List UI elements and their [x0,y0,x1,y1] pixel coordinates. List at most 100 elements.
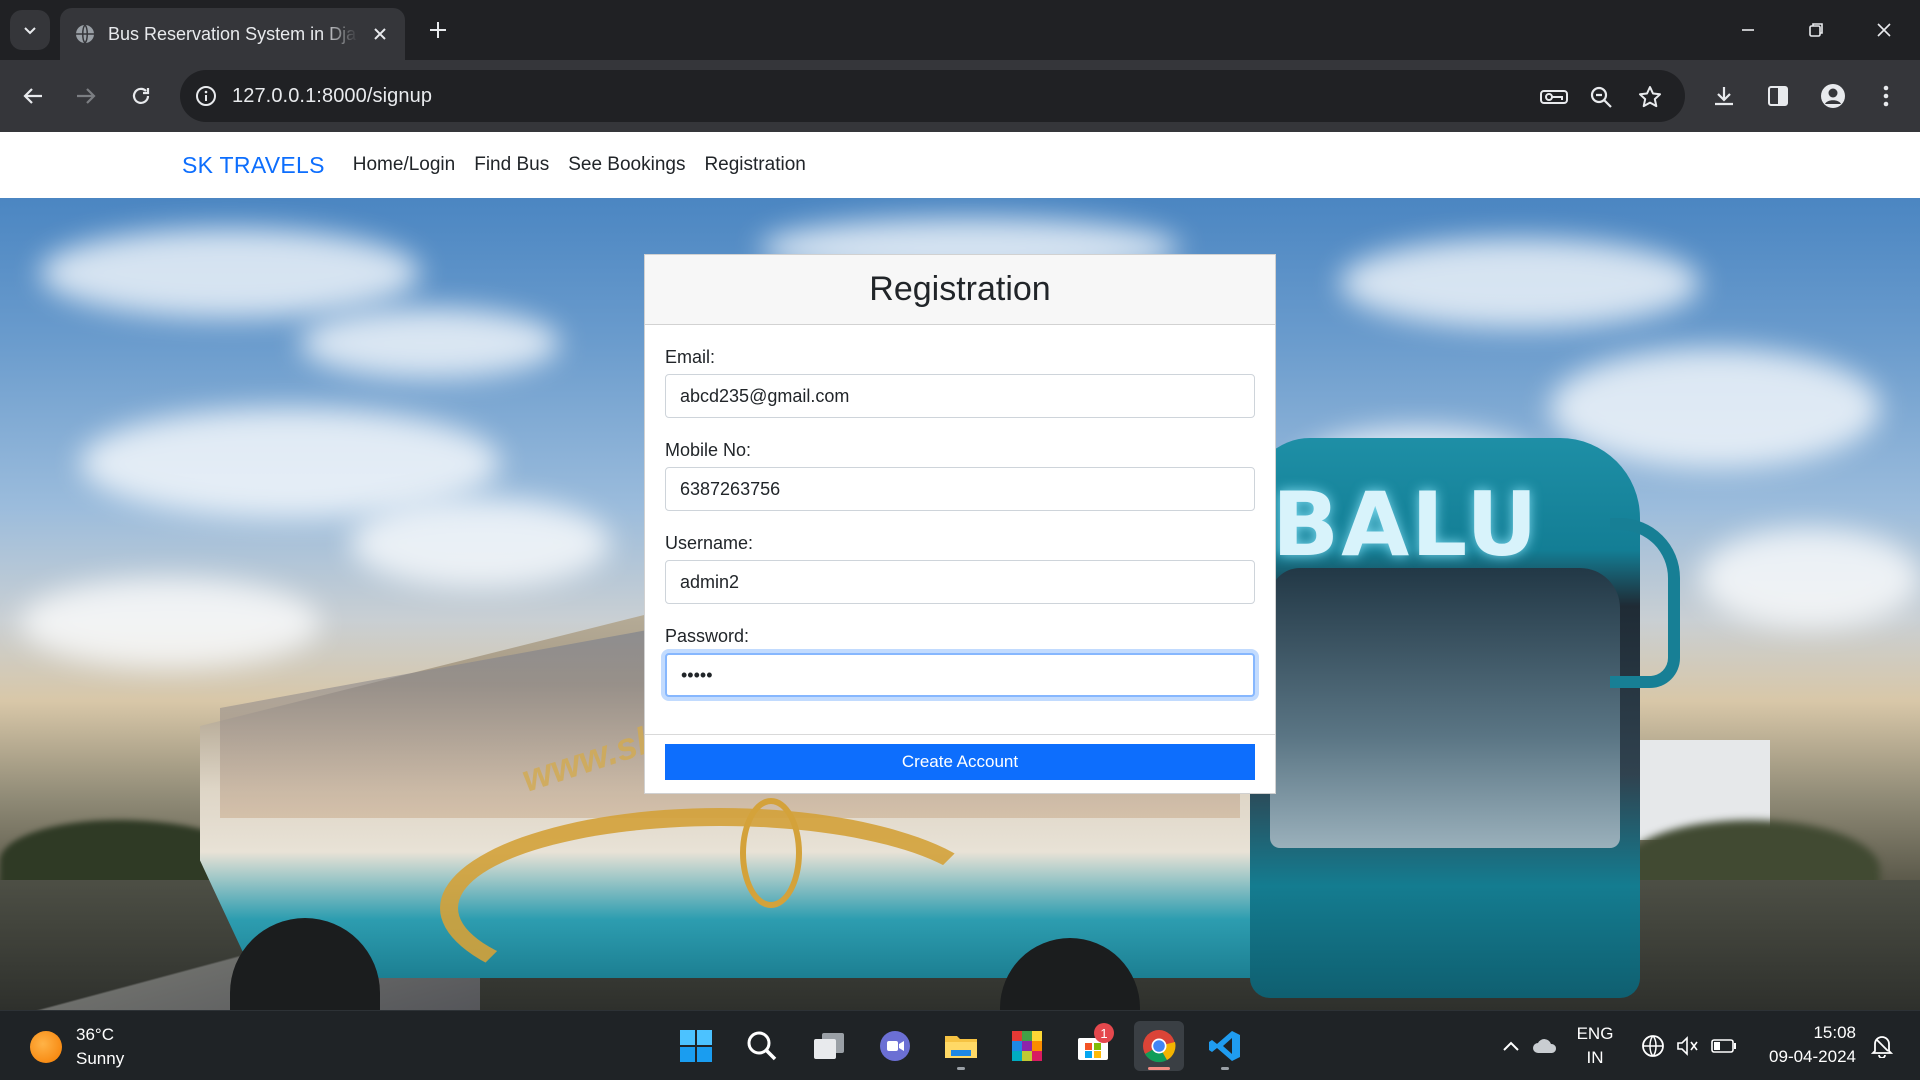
email-field-group: Email: [665,347,1255,418]
nav-link-find-bus[interactable]: Find Bus [474,154,549,176]
bus-windshield [1270,568,1620,848]
search-icon [747,1031,777,1061]
show-hidden-icons-button[interactable] [1496,1011,1526,1080]
nav-link-home-login[interactable]: Home/Login [353,154,455,176]
start-button[interactable] [671,1021,721,1071]
close-tab-icon[interactable] [369,23,391,45]
registration-form: Email: Mobile No: Username: Password: [645,325,1275,735]
username-input[interactable] [665,560,1255,604]
windows-logo-icon [680,1030,712,1062]
tab-search-button[interactable] [10,10,50,50]
weather-temperature: 36°C [76,1025,114,1044]
browser-tab-active[interactable]: Bus Reservation System in Django [60,8,405,60]
microsoft-store-app[interactable]: 1 [1068,1021,1118,1071]
email-label: Email: [665,347,716,367]
username-label: Username: [665,533,754,553]
bus-stripe-decal [440,808,1000,1008]
task-view-icon [814,1033,844,1059]
chrome-app[interactable] [1134,1021,1184,1071]
teams-meet-app[interactable] [870,1021,920,1071]
restore-icon [1809,23,1823,37]
bus-logo-decal [740,798,802,908]
language-region: IN [1586,1048,1604,1067]
zoom-icon[interactable] [1587,83,1615,111]
video-chat-icon [880,1031,910,1061]
password-input[interactable] [665,653,1255,697]
vscode-icon [1209,1031,1240,1061]
back-button[interactable] [13,76,53,116]
task-view-button[interactable] [804,1021,854,1071]
address-bar[interactable]: 127.0.0.1:8000/signup [180,70,1685,122]
clock-date: 09-04-2024 [1769,1047,1856,1066]
registration-title: Registration [869,270,1051,308]
restore-window-button[interactable] [1794,12,1838,48]
nav-link-registration[interactable]: Registration [704,154,805,176]
username-field-group: Username: [665,533,1255,604]
network-tray-icon[interactable] [1638,1011,1668,1080]
globe-icon [76,24,94,44]
bookmark-star-icon[interactable] [1636,83,1664,111]
language-indicator[interactable]: ENG IN [1570,1011,1620,1080]
battery-tray-icon[interactable] [1709,1011,1739,1080]
site-brand-link[interactable]: SK TRAVELS [182,152,325,179]
new-tab-button[interactable] [420,15,456,45]
taskbar-clock[interactable]: 15:08 09-04-2024 [1752,1021,1856,1069]
close-icon [1877,23,1891,37]
onedrive-tray-icon[interactable] [1530,1011,1560,1080]
globe-network-icon [1642,1035,1664,1057]
forward-button[interactable] [66,76,106,116]
bus-mirror [1610,518,1680,688]
vscode-app[interactable] [1200,1021,1250,1071]
speaker-muted-icon [1677,1036,1698,1056]
side-panel-icon[interactable] [1760,78,1796,114]
minimize-window-button[interactable] [1726,12,1770,48]
site-navbar: SK TRAVELS Home/Login Find Bus See Booki… [0,132,1920,198]
email-input[interactable] [665,374,1255,418]
plus-icon [430,22,446,38]
windows-taskbar: 36°C Sunny 1 ENG IN 15:08 09-04-2024 [0,1010,1920,1080]
nav-link-see-bookings[interactable]: See Bookings [568,154,685,176]
weather-description: Sunny [76,1049,125,1068]
mobile-input[interactable] [665,467,1255,511]
bus-name-sign: BALU [1272,473,1540,576]
folder-icon [945,1036,977,1058]
reload-button[interactable] [121,76,161,116]
registration-card: Registration Email: Mobile No: Username:… [644,254,1276,794]
tab-title: Bus Reservation System in Django [108,23,358,44]
mobile-label: Mobile No: [665,440,752,460]
store-notification-badge: 1 [1094,1023,1114,1043]
clock-time: 15:08 [1813,1023,1856,1042]
url-text: 127.0.0.1:8000/signup [232,84,433,107]
chrome-icon [1143,1030,1176,1063]
password-key-icon[interactable] [1540,83,1568,111]
arrow-right-icon [77,88,96,104]
sun-icon [30,1031,62,1063]
downloads-icon[interactable] [1706,78,1742,114]
browser-menu-icon[interactable] [1868,78,1904,114]
site-info-icon[interactable] [180,85,232,107]
cloud-icon [1533,1039,1557,1053]
web-page: SK TRAVELS Home/Login Find Bus See Booki… [0,132,1920,1010]
taskbar-search-button[interactable] [737,1021,787,1071]
chevron-down-icon [24,27,36,35]
notifications-button[interactable] [1864,1011,1900,1080]
browser-tab-strip: Bus Reservation System in Django [0,0,1920,60]
close-window-button[interactable] [1862,12,1906,48]
battery-icon [1711,1039,1736,1053]
weather-widget[interactable]: 36°C Sunny [30,1023,124,1071]
password-label: Password: [665,626,750,646]
notification-bell-icon [1871,1036,1893,1058]
arrow-left-icon [23,88,42,104]
file-explorer-app[interactable] [936,1021,986,1071]
create-account-button[interactable]: Create Account [665,744,1255,780]
language-code: ENG [1576,1024,1614,1043]
profile-avatar-icon[interactable] [1815,78,1851,114]
minimize-icon [1742,29,1754,31]
browser-toolbar: 127.0.0.1:8000/signup [0,60,1920,132]
chevron-up-icon [1503,1041,1519,1051]
volume-muted-tray-icon[interactable] [1673,1011,1703,1080]
registration-card-footer: Create Account [645,735,1275,789]
photos-app-icon [1012,1031,1042,1061]
pinned-app-colorful[interactable] [1002,1021,1052,1071]
registration-card-header: Registration [645,255,1275,325]
